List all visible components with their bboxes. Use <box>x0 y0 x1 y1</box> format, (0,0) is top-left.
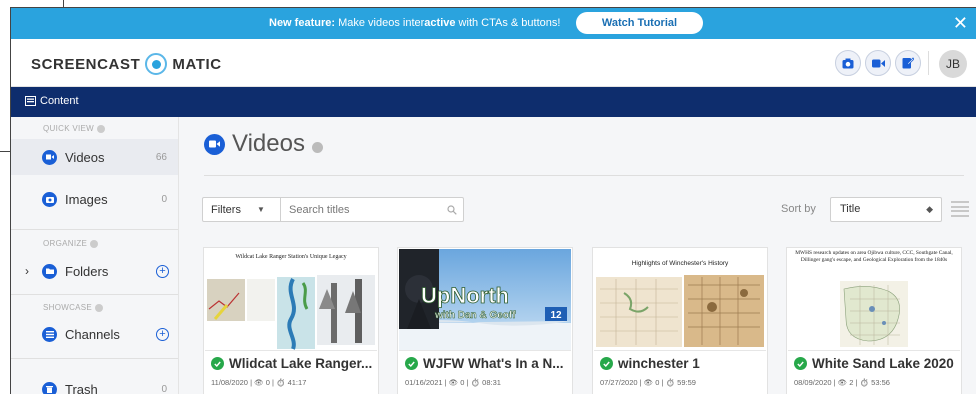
sidebar-item-label: Channels <box>65 326 120 342</box>
edit-icon[interactable] <box>895 50 921 76</box>
sort-caret-icon: ◆ <box>926 204 933 214</box>
chevron-right-icon[interactable]: › <box>25 264 29 278</box>
channels-icon <box>42 326 57 342</box>
info-icon <box>95 303 104 312</box>
sidebar-item-images[interactable]: Images 0 <box>11 181 178 217</box>
page-title-text: Videos <box>232 130 305 157</box>
video-camera-icon <box>42 149 57 165</box>
thumb-subtitle: with Dan & Geoff <box>434 310 516 321</box>
card-meta: 01/16/2021 | 👁 0 | ⏱ 08:31 <box>405 378 501 387</box>
nav-bar: Content <box>11 87 976 117</box>
thumb-title: UpNorth <box>421 283 509 308</box>
search-input[interactable] <box>281 198 441 221</box>
check-icon <box>600 357 613 370</box>
sidebar-item-folders[interactable]: › Folders + <box>11 253 178 289</box>
main-content: Videos Filters ▼ Sort by Title ◆ Wildcat… <box>179 117 976 394</box>
card-title[interactable]: winchester 1 <box>600 356 700 371</box>
caret-down-icon: ▼ <box>256 205 265 214</box>
filter-search-bar: Filters ▼ <box>202 197 464 222</box>
video-thumbnail[interactable]: UpNorth with Dan & Geoff 12 <box>399 249 571 351</box>
logo-text-right: MATIC <box>172 55 222 73</box>
video-card[interactable]: UpNorth with Dan & Geoff 12 WJFW What's … <box>397 247 573 394</box>
card-title[interactable]: WJFW What's In a N... <box>405 356 563 371</box>
card-meta: 08/09/2020 | 👁 2 | ⏱ 53:56 <box>794 378 890 387</box>
info-icon <box>97 124 106 133</box>
title-divider <box>204 175 964 176</box>
organize-label: ORGANIZE <box>43 239 99 248</box>
sidebar-item-channels[interactable]: Channels + <box>11 316 178 352</box>
sort-select[interactable]: Title ◆ <box>830 197 942 222</box>
sidebar-divider <box>11 358 178 359</box>
add-folder-button[interactable]: + <box>156 264 169 278</box>
check-icon <box>794 357 807 370</box>
nav-content-tab[interactable]: Content <box>25 95 79 107</box>
search-icon[interactable] <box>441 198 463 221</box>
folder-icon <box>42 263 57 279</box>
banner-text: New feature: Make videos interactive wit… <box>269 17 561 29</box>
video-card[interactable]: Wildcat Lake Ranger Station's Unique Leg… <box>203 247 379 394</box>
video-camera-icon[interactable] <box>865 50 891 76</box>
add-channel-button[interactable]: + <box>156 327 169 341</box>
thumb-title: MWHS research updates on area Ojibwa cul… <box>795 250 953 263</box>
header-actions <box>835 50 921 76</box>
sidebar-item-count: 0 <box>161 193 167 205</box>
quick-view-label: QUICK VIEW <box>43 124 106 133</box>
header-divider <box>928 51 929 75</box>
logo-text-left: SCREENCAST <box>31 55 141 73</box>
feature-banner: New feature: Make videos interactive wit… <box>11 8 976 39</box>
thumb-badge: 12 <box>550 310 562 321</box>
sidebar-item-count: 66 <box>155 151 167 163</box>
showcase-label: SHOWCASE <box>43 303 104 312</box>
logo[interactable]: SCREENCAST MATIC <box>31 53 222 75</box>
sidebar-divider <box>11 294 178 295</box>
sidebar-item-videos[interactable]: Videos 66 <box>11 139 178 175</box>
video-card[interactable]: MWHS research updates on area Ojibwa cul… <box>786 247 962 394</box>
sidebar: QUICK VIEW Videos 66 Images 0 ORGANIZE ›… <box>11 117 179 394</box>
logo-icon <box>145 53 168 75</box>
watch-tutorial-button[interactable]: Watch Tutorial <box>576 12 703 34</box>
sidebar-item-label: Images <box>65 191 108 207</box>
card-meta: 07/27/2020 | 👁 0 | ⏱ 59:59 <box>600 378 696 387</box>
sidebar-divider <box>11 229 178 230</box>
video-card[interactable]: Highlights of Winchester's History winch… <box>592 247 768 394</box>
card-name: White Sand Lake 2020 <box>812 356 954 371</box>
content-icon <box>25 96 36 106</box>
avatar[interactable]: JB <box>939 50 967 78</box>
info-icon[interactable] <box>311 141 323 153</box>
page-title: Videos <box>204 130 323 158</box>
sidebar-item-trash[interactable]: Trash 0 <box>11 371 178 394</box>
card-name: WJFW What's In a N... <box>423 356 564 371</box>
list-view-icon[interactable] <box>951 201 969 217</box>
card-meta: 11/08/2020 | 👁 0 | ⏱ 41:17 <box>211 378 307 387</box>
sidebar-item-label: Videos <box>65 149 105 165</box>
video-thumbnail[interactable]: Highlights of Winchester's History <box>594 249 766 351</box>
video-thumbnail[interactable]: Wildcat Lake Ranger Station's Unique Leg… <box>205 249 377 351</box>
sort-value: Title <box>840 203 861 215</box>
filters-dropdown[interactable]: Filters ▼ <box>203 198 281 221</box>
nav-content-label: Content <box>40 95 79 107</box>
info-icon <box>90 239 99 248</box>
card-title[interactable]: Wlidcat Lake Ranger... <box>211 356 372 371</box>
sidebar-item-label: Trash <box>65 381 98 394</box>
close-icon[interactable]: ✕ <box>953 13 968 33</box>
filters-label: Filters <box>211 203 241 216</box>
sidebar-item-label: Folders <box>65 263 109 279</box>
camera-icon[interactable] <box>835 50 861 76</box>
card-title[interactable]: White Sand Lake 2020 <box>794 356 954 371</box>
header: SCREENCAST MATIC JB <box>11 39 976 87</box>
video-thumbnail[interactable]: MWHS research updates on area Ojibwa cul… <box>788 249 960 351</box>
card-name: winchester 1 <box>618 356 700 371</box>
app-window: New feature: Make videos interactive wit… <box>10 7 976 394</box>
thumb-title: Wildcat Lake Ranger Station's Unique Leg… <box>235 254 346 260</box>
video-camera-icon <box>204 133 225 155</box>
check-icon <box>211 357 224 370</box>
sort-by-label: Sort by <box>781 203 816 215</box>
card-name: Wlidcat Lake Ranger... <box>229 356 373 371</box>
camera-icon <box>42 191 57 207</box>
trash-icon <box>42 381 57 394</box>
check-icon <box>405 357 418 370</box>
thumb-title: Highlights of Winchester's History <box>632 260 729 267</box>
sidebar-item-count: 0 <box>161 383 167 394</box>
